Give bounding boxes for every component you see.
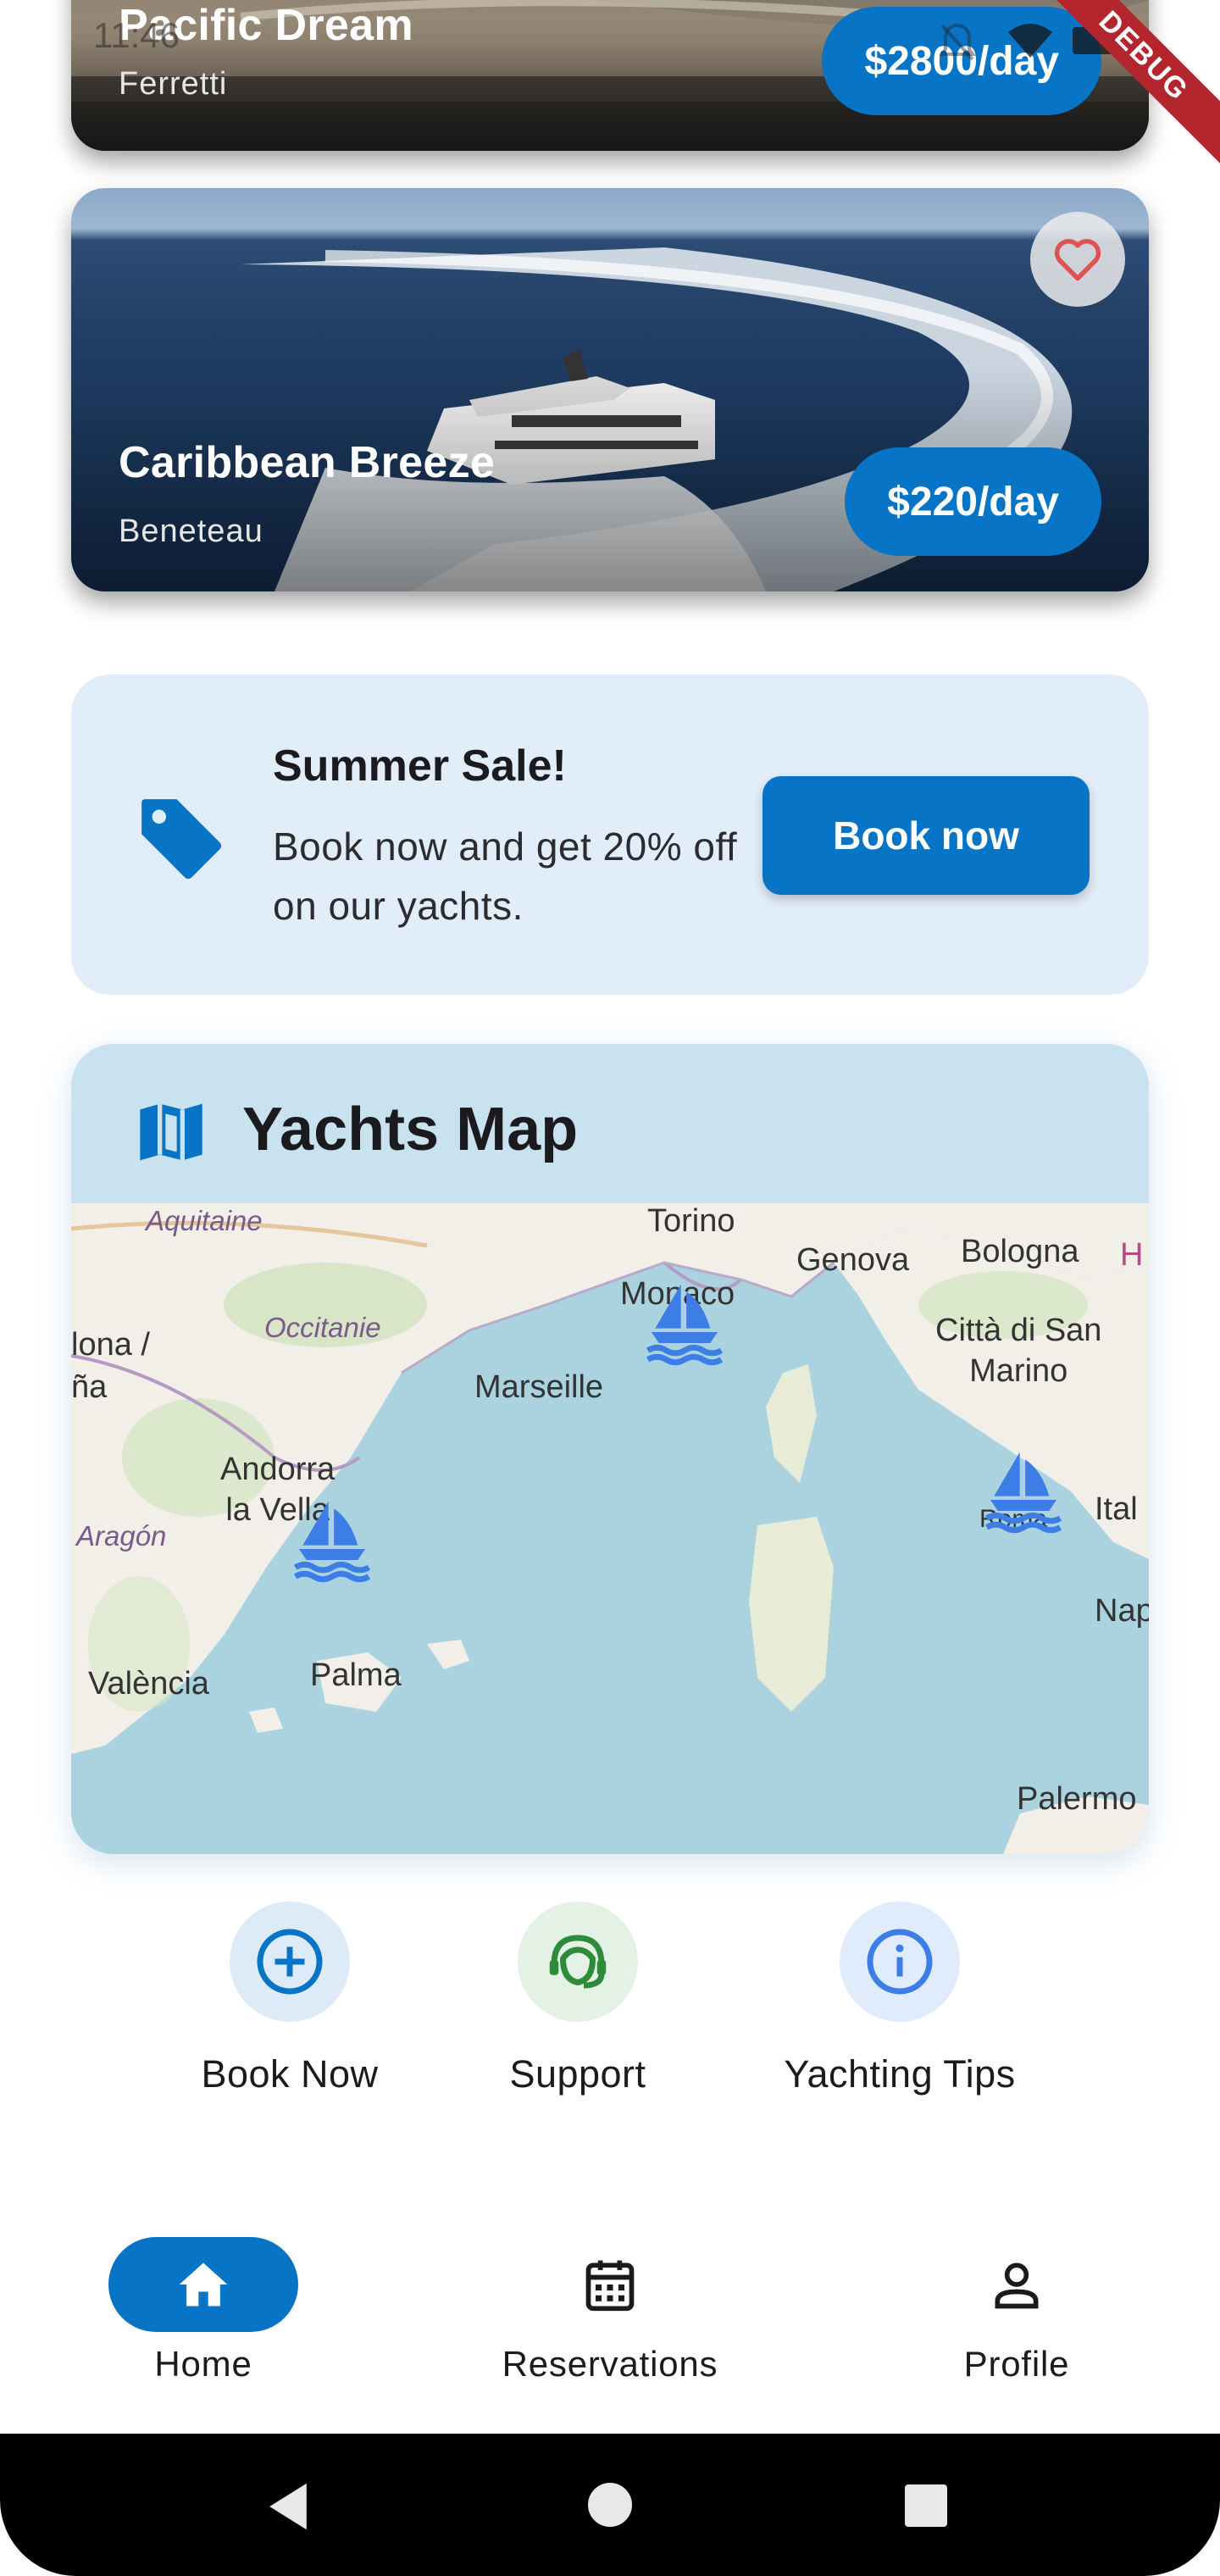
support-agent-icon	[549, 1935, 607, 1989]
price-badge[interactable]: $220/day	[845, 447, 1101, 556]
sailboat-icon[interactable]	[979, 1442, 1068, 1535]
map-label: Genova	[796, 1242, 910, 1278]
map-view[interactable]: Aquitaine Occitanie Torino Genova Bologn…	[71, 1203, 1149, 1854]
quick-action-yachting-tips[interactable]: Yachting Tips	[747, 1901, 1052, 2096]
map-label: Bologna	[961, 1234, 1079, 1269]
yachts-map-card: Yachts Map Aquitaine Occitanie Torino Ge…	[71, 1044, 1149, 1854]
nav-item-home[interactable]: Home	[0, 2237, 407, 2384]
nav-item-profile[interactable]: Profile	[813, 2237, 1220, 2384]
heart-icon	[1054, 239, 1101, 281]
system-navigation-bar	[0, 2434, 1220, 2576]
quick-action-label: Support	[509, 2052, 646, 2096]
quick-action-label: Book Now	[201, 2052, 379, 2096]
sailboat-icon[interactable]	[640, 1274, 729, 1368]
quick-action-support[interactable]: Support	[425, 1901, 730, 2096]
favorite-button[interactable]	[1030, 212, 1125, 307]
nav-label: Profile	[963, 2344, 1070, 2384]
map-label: Marseille	[474, 1369, 604, 1405]
tag-icon	[141, 799, 222, 880]
promo-title: Summer Sale!	[273, 741, 567, 791]
book-now-button[interactable]: Book now	[762, 776, 1090, 895]
home-icon	[179, 2262, 228, 2307]
map-header: Yachts Map	[71, 1044, 1149, 1203]
map-label: Palma	[310, 1657, 402, 1693]
person-icon	[995, 2262, 1039, 2309]
price-badge[interactable]: $2800/day	[822, 7, 1101, 115]
map-label: Ital	[1095, 1491, 1138, 1527]
map-label: Aquitaine	[146, 1205, 263, 1236]
quick-action-icon-bg	[518, 1901, 638, 2022]
promo-text: Book now and get 20% off on our yachts.	[273, 824, 738, 928]
home-circle-icon[interactable]	[586, 2481, 634, 2529]
map-label: Aragón	[76, 1520, 167, 1552]
info-icon	[867, 1929, 933, 1995]
map-label: Torino	[647, 1203, 735, 1239]
quick-action-label: Yachting Tips	[784, 2052, 1016, 2096]
yacht-brand: Ferretti	[119, 66, 228, 102]
nav-item-reservations[interactable]: Reservations	[407, 2237, 813, 2384]
calendar-icon	[585, 2260, 635, 2312]
map-label: Occitanie	[264, 1312, 381, 1343]
nav-indicator	[108, 2237, 298, 2332]
yacht-name: Pacific Dream	[119, 1, 413, 50]
map-label: València	[88, 1666, 209, 1702]
yacht-card-pacific-dream[interactable]: Pacific Dream Ferretti $2800/day	[71, 0, 1149, 151]
sailboat-icon[interactable]	[288, 1491, 376, 1585]
back-icon[interactable]	[264, 2481, 312, 2532]
nav-indicator	[922, 2237, 1112, 2332]
nav-indicator	[515, 2237, 705, 2332]
yacht-card-caribbean-breeze[interactable]: Caribbean Breeze Beneteau $220/day	[71, 188, 1149, 591]
promo-banner: Summer Sale! Book now and get 20% off on…	[71, 675, 1149, 995]
quick-action-icon-bg	[230, 1901, 350, 2022]
add-circle-icon	[257, 1929, 323, 1995]
quick-action-book-now[interactable]: Book Now	[137, 1901, 442, 2096]
quick-action-icon-bg	[840, 1901, 960, 2022]
map-title: Yachts Map	[242, 1096, 579, 1163]
nav-label: Reservations	[502, 2344, 718, 2384]
bottom-navigation: Home Reservations Profile	[0, 2203, 1220, 2434]
map-label: lona /	[71, 1327, 150, 1363]
map-label: Nap	[1095, 1593, 1149, 1629]
recents-icon[interactable]	[903, 2483, 949, 2529]
yacht-brand: Beneteau	[119, 514, 263, 549]
map-icon	[140, 1103, 202, 1161]
nav-label: Home	[154, 2344, 252, 2384]
yacht-name: Caribbean Breeze	[119, 438, 496, 487]
map-label: Città di San Marino	[935, 1313, 1102, 1389]
map-label: Palermo	[1017, 1781, 1137, 1817]
map-label: ña	[71, 1369, 108, 1405]
map-label: H	[1120, 1237, 1144, 1273]
